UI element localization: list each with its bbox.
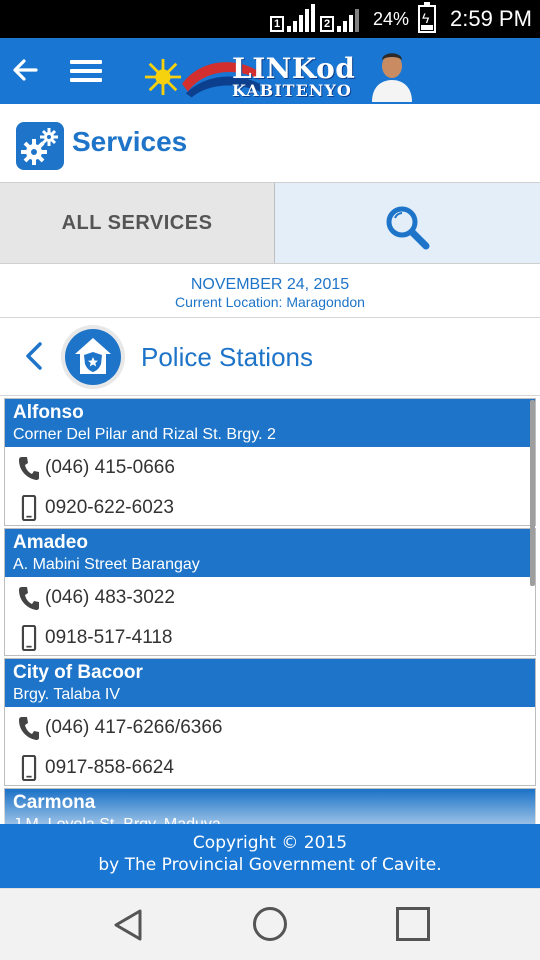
list-scrollbar[interactable] [530, 400, 535, 586]
station-name: Carmona [13, 792, 96, 813]
status-bar: 1 2 24% ϟ 2:59 PM [0, 0, 540, 38]
governor-portrait-icon [368, 46, 416, 102]
station-header: Carmona J.M. Loyola St. Brgy. Maduya [5, 789, 535, 824]
phone-number: (046) 417-6266/6366 [45, 717, 223, 738]
copyright-owner: by The Provincial Government of Cavite. [98, 855, 442, 875]
footer: Copyright © 2015 by The Provincial Gover… [0, 824, 540, 888]
phone-icon [19, 717, 39, 740]
sim1-signal-icon: 1 [270, 4, 315, 34]
station-header: Amadeo A. Mabini Street Barangay [5, 529, 535, 577]
sim1-label: 1 [270, 16, 284, 32]
search-icon [386, 206, 430, 250]
sim2-label: 2 [320, 16, 334, 32]
category-back-icon[interactable] [20, 338, 48, 374]
nav-back-icon[interactable] [110, 907, 146, 943]
nav-home-icon[interactable] [253, 907, 287, 941]
mobile-phone-icon [21, 755, 37, 781]
mobile-row[interactable]: 0920-622-6023 [5, 487, 535, 527]
category-header: Police Stations [0, 318, 540, 396]
station-list[interactable]: Alfonso Corner Del Pilar and Rizal St. B… [0, 398, 540, 824]
mobile-phone-icon [21, 495, 37, 521]
battery-charging-icon: ϟ [418, 2, 436, 33]
sun-logo-icon [144, 58, 182, 96]
station-address: Corner Del Pilar and Rizal St. Brgy. 2 [13, 426, 276, 443]
station-address: J.M. Loyola St. Brgy. Maduya [13, 816, 221, 824]
list-item[interactable]: Alfonso Corner Del Pilar and Rizal St. B… [4, 398, 536, 526]
phone-icon [19, 587, 39, 610]
copyright-text: Copyright © 2015 [192, 833, 348, 853]
current-date: NOVEMBER 24, 2015 [190, 276, 350, 293]
station-name: Amadeo [13, 532, 88, 553]
phone-row[interactable]: (046) 415-0666 [5, 447, 535, 487]
gears-icon [16, 122, 64, 170]
phone-icon [19, 457, 39, 480]
app-bar: LINKod KABITENYO [0, 38, 540, 104]
services-header: Services [0, 104, 540, 182]
station-address: Brgy. Talaba IV [13, 686, 121, 703]
tab-all-services[interactable]: ALL SERVICES [0, 183, 275, 263]
system-nav-bar [0, 888, 540, 960]
mobile-number: 0917-858-6624 [45, 757, 174, 778]
clock: 2:59 PM [450, 6, 532, 31]
menu-icon[interactable] [70, 60, 102, 82]
list-item[interactable]: Amadeo A. Mabini Street Barangay (046) 4… [4, 528, 536, 656]
app-logo: LINKod KABITENYO [142, 44, 417, 102]
battery-percent: 24% [373, 9, 410, 29]
date-location-info: NOVEMBER 24, 2015 Current Location: Mara… [0, 264, 540, 318]
station-address: A. Mabini Street Barangay [13, 556, 200, 573]
station-name: City of Bacoor [13, 662, 143, 683]
list-item[interactable]: Carmona J.M. Loyola St. Brgy. Maduya [4, 788, 536, 824]
station-name: Alfonso [13, 402, 84, 423]
logo-subtitle: KABITENYO [232, 81, 352, 100]
mobile-number: 0918-517-4118 [45, 627, 173, 648]
phone-row[interactable]: (046) 483-3022 [5, 577, 535, 617]
phone-number: (046) 483-3022 [45, 587, 175, 608]
current-location: Current Location: Maragondon [175, 294, 365, 310]
police-badge-icon [61, 325, 125, 389]
list-item[interactable]: City of Bacoor Brgy. Talaba IV (046) 417… [4, 658, 536, 786]
mobile-number: 0920-622-6023 [45, 497, 174, 518]
page-title: Services [72, 126, 188, 157]
service-tabs: ALL SERVICES [0, 182, 540, 264]
mobile-row[interactable]: 0917-858-6624 [5, 747, 535, 787]
mobile-phone-icon [21, 625, 37, 651]
mobile-row[interactable]: 0918-517-4118 [5, 617, 535, 657]
back-arrow-icon[interactable] [8, 52, 42, 88]
station-header: City of Bacoor Brgy. Talaba IV [5, 659, 535, 707]
tab-search[interactable] [275, 183, 540, 263]
phone-row[interactable]: (046) 417-6266/6366 [5, 707, 535, 747]
sim2-signal-icon: 2 [320, 4, 364, 34]
phone-number: (046) 415-0666 [45, 457, 175, 478]
station-header: Alfonso Corner Del Pilar and Rizal St. B… [5, 399, 535, 447]
nav-recents-icon[interactable] [396, 907, 430, 941]
category-title: Police Stations [141, 342, 313, 372]
